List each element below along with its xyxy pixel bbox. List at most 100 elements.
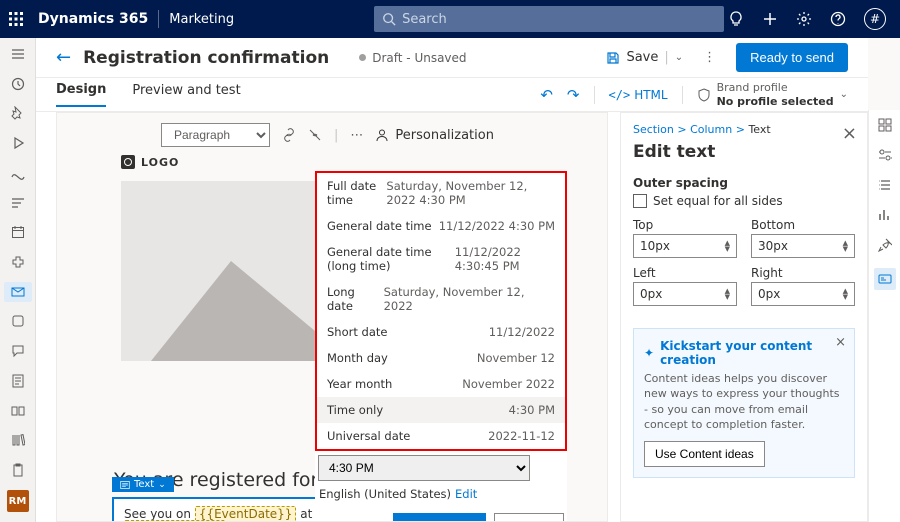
equal-sides-checkbox[interactable]	[633, 194, 647, 208]
format-option[interactable]: Month dayNovember 12	[317, 345, 565, 371]
user-avatar[interactable]: #	[864, 8, 886, 30]
top-spinner[interactable]: 10px▲▼	[633, 234, 737, 258]
search-placeholder: Search	[402, 12, 447, 27]
settings-toggle-icon[interactable]	[878, 148, 892, 162]
app-name: Marketing	[169, 12, 234, 27]
elements-icon[interactable]	[878, 118, 892, 132]
right-spinner[interactable]: 0px▲▼	[751, 282, 855, 306]
undo-icon[interactable]: ↶	[540, 86, 553, 104]
global-search[interactable]: Search	[374, 6, 724, 32]
format-option[interactable]: Time only4:30 PM	[317, 397, 565, 423]
edit-locale-link[interactable]: Edit	[455, 487, 477, 501]
profile-value: No profile selected	[717, 95, 834, 108]
format-option[interactable]: Long dateSaturday, November 12, 2022	[317, 279, 565, 319]
extension-icon[interactable]	[4, 252, 32, 272]
unlink-icon[interactable]	[308, 128, 322, 142]
left-rail: RM	[0, 38, 36, 522]
more-icon[interactable]: ⋮	[703, 50, 716, 65]
tab-design[interactable]: Design	[56, 82, 106, 107]
calendar-icon[interactable]	[4, 222, 32, 242]
format-option[interactable]: General date time (long time)11/12/2022 …	[317, 239, 565, 279]
redo-icon[interactable]: ↷	[567, 86, 580, 104]
link-icon[interactable]	[282, 128, 296, 142]
properties-panel: Section > Column > Text × Edit text Oute…	[620, 112, 868, 522]
notification-icon[interactable]	[4, 312, 32, 332]
top-label: Top	[633, 218, 737, 232]
crumb-column[interactable]: Column	[690, 123, 732, 136]
bottom-spinner[interactable]: 30px▲▼	[751, 234, 855, 258]
format-option[interactable]: Universal date2022-11-12	[317, 423, 565, 449]
properties-icon[interactable]	[874, 268, 896, 290]
play-icon[interactable]	[4, 133, 32, 153]
panel-title: Edit text	[633, 142, 855, 162]
lightbulb-icon[interactable]	[728, 11, 744, 27]
format-value-select[interactable]: 4:30 PM	[318, 455, 530, 481]
clipboard-icon[interactable]	[4, 460, 32, 480]
format-options-list: Full date timeSaturday, November 12, 202…	[315, 171, 567, 451]
brand-label: Dynamics 365	[38, 11, 148, 27]
pin-icon[interactable]	[4, 103, 32, 123]
list-icon[interactable]	[878, 178, 892, 192]
use-content-ideas-button[interactable]: Use Content ideas	[644, 441, 765, 467]
html-toggle[interactable]: </>HTML	[609, 88, 668, 102]
help-icon[interactable]	[830, 11, 846, 27]
chevron-down-icon[interactable]: ⌄	[675, 52, 683, 63]
block-type-tab[interactable]: Text⌄	[112, 477, 174, 492]
gear-icon[interactable]	[796, 11, 812, 27]
divider	[682, 86, 683, 104]
tab-bar: Design Preview and test ↶ ↷ </>HTML Bran…	[36, 78, 868, 112]
search-icon	[382, 12, 396, 26]
format-option[interactable]: General date time11/12/2022 4:30 PM	[317, 213, 565, 239]
divider	[158, 10, 159, 28]
profile-label: Brand profile	[717, 81, 834, 94]
journey-icon[interactable]	[4, 163, 32, 183]
rocket-icon[interactable]	[878, 238, 892, 252]
paragraph-style-select[interactable]: Paragraph	[161, 123, 270, 147]
menu-icon[interactable]	[4, 44, 32, 64]
form-icon[interactable]	[4, 371, 32, 391]
chat-icon[interactable]	[4, 341, 32, 361]
email-icon[interactable]	[4, 282, 32, 302]
text-block-body[interactable]: See you on {{EventDate}} at {{EventTime}…	[124, 507, 340, 522]
date-format-popup: Full date timeSaturday, November 12, 202…	[315, 171, 567, 522]
save-label: Save	[626, 50, 658, 65]
shield-icon	[697, 88, 711, 102]
recent-icon[interactable]	[4, 74, 32, 94]
format-option[interactable]: Full date timeSaturday, November 12, 202…	[317, 173, 565, 213]
library-icon[interactable]	[4, 431, 32, 451]
format-option[interactable]: Year monthNovember 2022	[317, 371, 565, 397]
outer-spacing-label: Outer spacing	[633, 176, 855, 190]
popup-save-button[interactable]: Save⌄	[393, 513, 486, 522]
save-button[interactable]: Save | ⌄	[606, 50, 683, 65]
divider	[594, 86, 595, 104]
segment-icon[interactable]	[4, 193, 32, 213]
insights-icon[interactable]	[878, 208, 892, 222]
content-ideas-callout: × ✦ Kickstart your content creation Cont…	[633, 328, 855, 478]
back-icon[interactable]: ←	[56, 47, 71, 68]
right-rail	[868, 110, 900, 522]
more-options-icon[interactable]: ⋯	[350, 128, 363, 143]
crumb-section[interactable]: Section	[633, 123, 674, 136]
design-canvas[interactable]: Paragraph | ⋯ Personalization LOGO You a…	[56, 112, 608, 522]
user-initials-badge[interactable]: RM	[7, 490, 29, 512]
left-spinner[interactable]: 0px▲▼	[633, 282, 737, 306]
plus-icon[interactable]	[762, 11, 778, 27]
popup-cancel-button[interactable]: Cancel	[494, 513, 564, 522]
command-bar: ← Registration confirmation Draft - Unsa…	[36, 38, 868, 78]
ready-to-send-button[interactable]: Ready to send	[736, 43, 848, 72]
close-icon[interactable]: ×	[835, 335, 846, 350]
left-label: Left	[633, 266, 737, 280]
canvas-toolbar: Paragraph | ⋯ Personalization	[71, 123, 593, 147]
asset-icon[interactable]	[4, 401, 32, 421]
locale-label: English (United States)	[319, 487, 451, 501]
format-option[interactable]: Short date11/12/2022	[317, 319, 565, 345]
app-launcher-icon[interactable]	[8, 11, 24, 27]
sparkle-icon: ✦	[644, 346, 654, 360]
callout-title: ✦ Kickstart your content creation	[644, 339, 844, 367]
brand-profile-picker[interactable]: Brand profile No profile selected ⌄	[697, 81, 848, 107]
tab-preview[interactable]: Preview and test	[132, 83, 240, 106]
crumb-text: Text	[748, 123, 770, 136]
breadcrumb: Section > Column > Text	[633, 123, 855, 136]
close-icon[interactable]: ×	[842, 123, 857, 144]
personalization-button[interactable]: Personalization	[375, 128, 494, 143]
